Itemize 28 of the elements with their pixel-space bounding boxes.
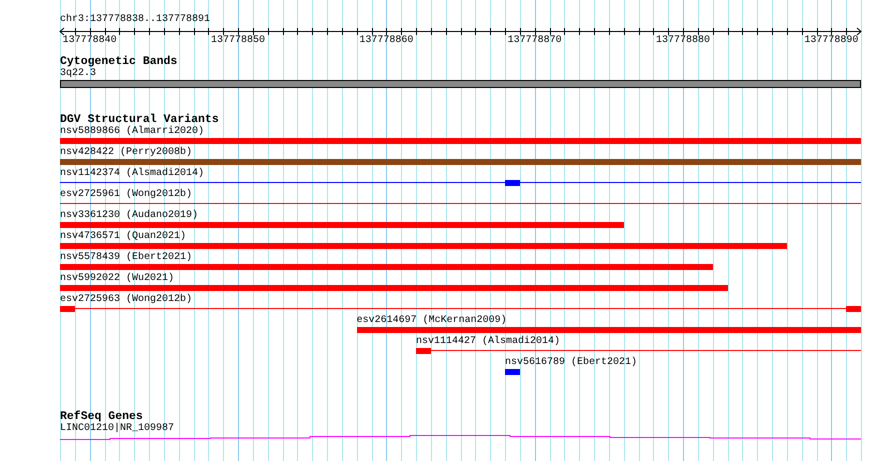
gene-label: LINC01210|NR_109987 [60, 423, 174, 434]
variant-label: esv2725963 (Wong2012b) [60, 294, 192, 305]
variant-label: esv2725961 (Wong2012b) [60, 189, 192, 200]
variant-label: nsv5889866 (Almarri2020) [60, 126, 204, 137]
variant-label: nsv3361230 (Audano2019) [60, 210, 198, 221]
band-label: 3q22.3 [60, 68, 96, 79]
variant-label: esv2614697 (McKernan2009) [356, 315, 507, 326]
variant-block [505, 180, 520, 186]
tick-label: 137778840 [62, 35, 117, 47]
variant-label: nsv4736571 (Quan2021) [60, 231, 186, 242]
tick-label: 137778850 [211, 35, 265, 47]
track-title: Cytogenetic Bands [60, 56, 178, 68]
variant-label: nsv5578439 (Ebert2021) [60, 252, 192, 263]
variant-label: nsv5992022 (Wu2021) [60, 273, 174, 284]
variant-label: nsv5616789 (Ebert2021) [505, 357, 638, 368]
variant-label: nsv1142374 (Alsmadi2014) [60, 168, 204, 179]
variant-label: nsv1114427 (Alsmadi2014) [416, 336, 560, 347]
variant-label: nsv428422 (Perry2008b) [60, 147, 192, 158]
location-label: chr3:137778838..137778891 [60, 14, 210, 26]
tick-label: 137778860 [359, 35, 414, 47]
tick-label: 137778890 [804, 35, 858, 47]
tick-label: 137778870 [508, 35, 562, 47]
variant-block [60, 306, 75, 312]
tick-label: 137778880 [656, 35, 710, 47]
variant-block [416, 348, 431, 354]
variant-block [846, 306, 861, 312]
track-title: RefSeq Genes [60, 411, 143, 423]
track-title: DGV Structural Variants [60, 114, 220, 126]
